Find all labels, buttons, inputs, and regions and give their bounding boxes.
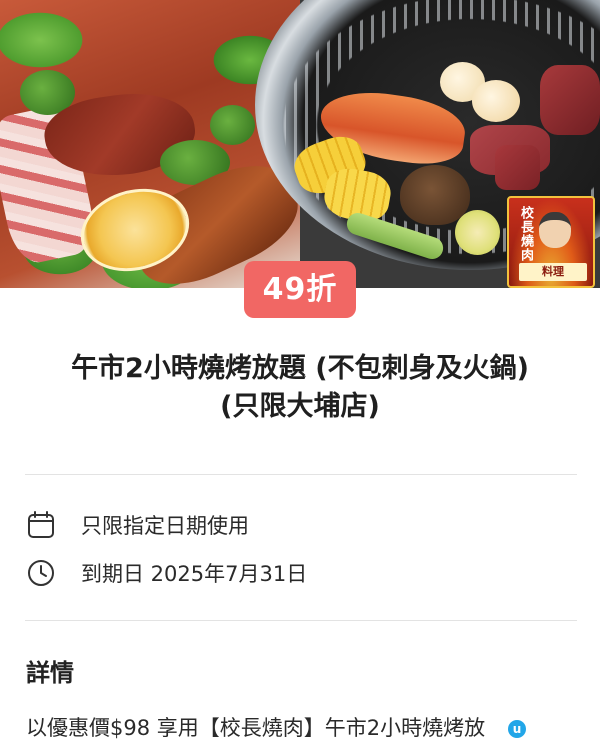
details-description: 以優惠價$98 享用【校長燒肉】午市2小時燒烤放 xyxy=(26,716,486,740)
expiry-row: 到期日 2025年7月31日 xyxy=(25,556,585,590)
date-restriction-row: 只限指定日期使用 xyxy=(25,508,585,542)
watermark-icon: u xyxy=(508,720,526,738)
brand-logo-banner: 料理 xyxy=(519,263,587,281)
deal-title: 午市2小時燒烤放題 (不包刺身及火鍋) (只限大埔店) xyxy=(20,350,580,426)
divider xyxy=(25,620,577,621)
lamb-chop xyxy=(540,65,600,135)
mascot-face xyxy=(539,212,571,248)
shiitake-mushroom xyxy=(400,165,470,225)
brand-logo-badge: 校長燒肉 料理 xyxy=(507,196,595,288)
deal-title-line2: (只限大埔店) xyxy=(220,391,380,422)
beef-cube xyxy=(495,145,540,190)
calendar-icon xyxy=(25,509,57,541)
broccoli xyxy=(210,105,255,145)
onion xyxy=(455,210,500,255)
details-heading: 詳情 xyxy=(26,659,74,687)
clock-icon xyxy=(25,557,57,589)
brand-logo-text: 校長燒肉 xyxy=(518,206,533,262)
divider xyxy=(25,474,577,475)
hero-image: 校長燒肉 料理 xyxy=(0,0,600,288)
scallop xyxy=(472,80,520,122)
expiry-text: 到期日 2025年7月31日 xyxy=(81,562,308,586)
discount-badge: 49折 xyxy=(244,261,356,318)
deal-title-line1: 午市2小時燒烤放題 (不包刺身及火鍋) xyxy=(71,353,529,384)
date-restriction-text: 只限指定日期使用 xyxy=(81,514,249,538)
